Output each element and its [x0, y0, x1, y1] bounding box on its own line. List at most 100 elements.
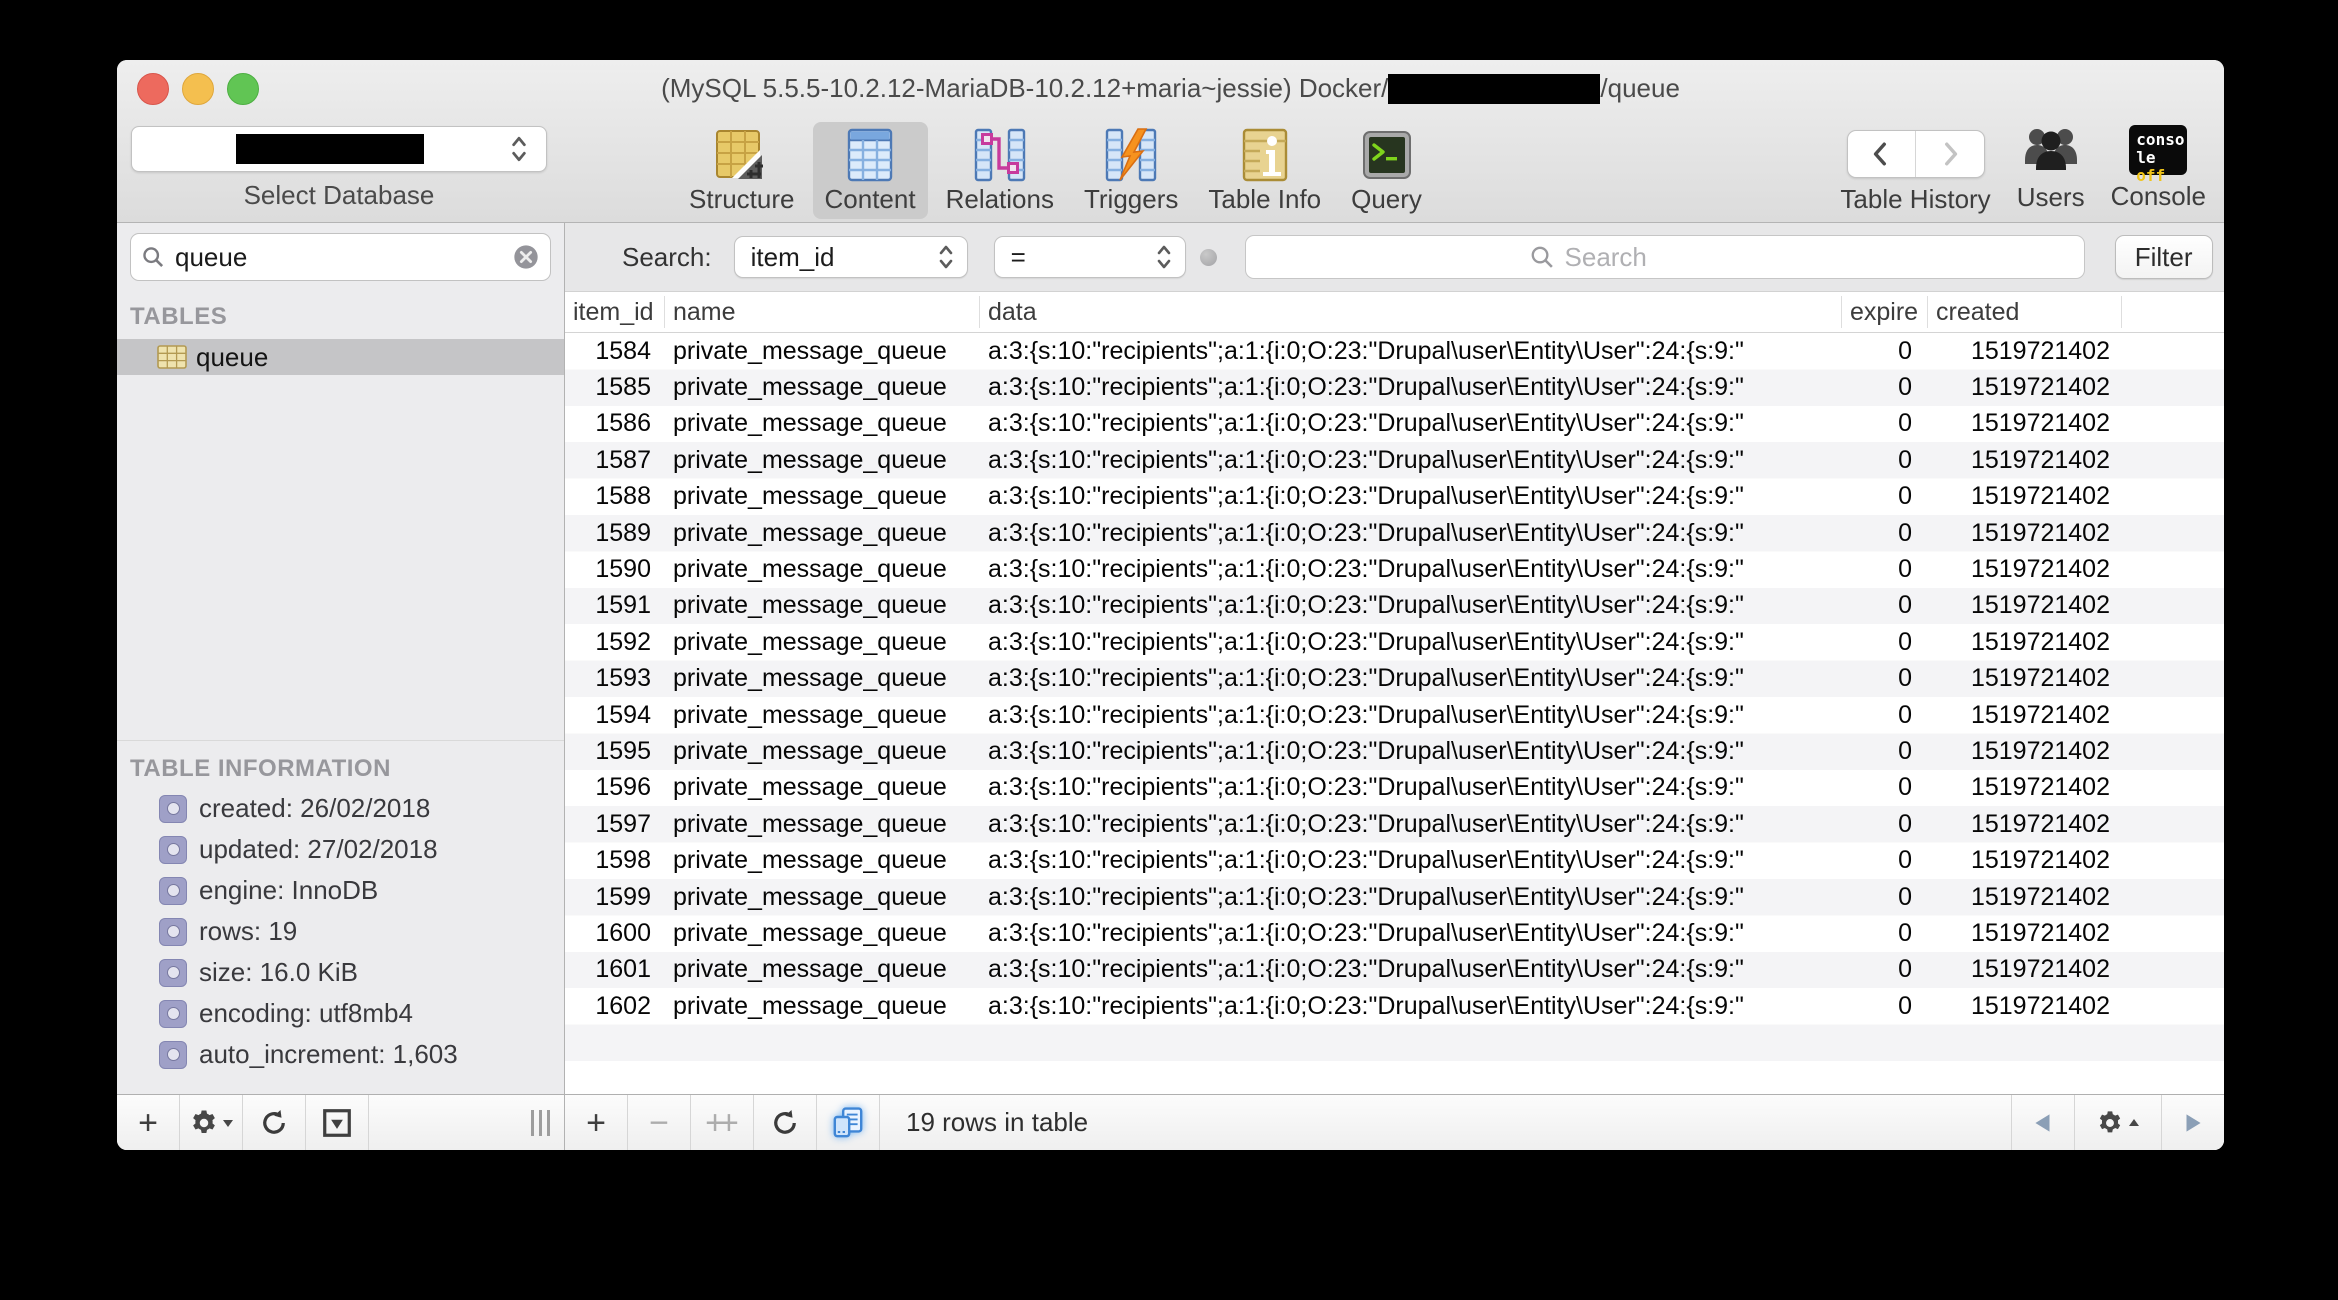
- edit-in-popup-button[interactable]: [817, 1095, 880, 1150]
- cell-expire: 0: [1842, 773, 1928, 802]
- database-dropdown[interactable]: [131, 126, 547, 172]
- table-row[interactable]: 1601 private_message_queue a:3:{s:10:"re…: [565, 952, 2224, 988]
- tab-table-info[interactable]: Table Info: [1196, 122, 1333, 219]
- plus-icon: +: [586, 1106, 606, 1140]
- table-row[interactable]: 1593 private_message_queue a:3:{s:10:"re…: [565, 661, 2224, 697]
- users-control[interactable]: Users: [2017, 122, 2085, 213]
- cell-item-id: 1599: [565, 883, 665, 912]
- column-header-data[interactable]: data: [980, 296, 1842, 328]
- table-row[interactable]: 1588 private_message_queue a:3:{s:10:"re…: [565, 479, 2224, 515]
- cell-item-id: 1601: [565, 955, 665, 984]
- table-row[interactable]: 1600 private_message_queue a:3:{s:10:"re…: [565, 915, 2224, 951]
- tab-relations[interactable]: Relations: [934, 122, 1066, 219]
- duplicate-row-button[interactable]: ++: [691, 1095, 754, 1150]
- content-search-field[interactable]: [1245, 235, 2085, 279]
- column-header-expire[interactable]: expire: [1842, 296, 1928, 328]
- add-row-button[interactable]: +: [565, 1095, 628, 1150]
- cell-expire: 0: [1842, 701, 1928, 730]
- refresh-icon: [259, 1108, 289, 1138]
- table-row[interactable]: 1584 private_message_queue a:3:{s:10:"re…: [565, 333, 2224, 369]
- table-row[interactable]: 1592 private_message_queue a:3:{s:10:"re…: [565, 624, 2224, 660]
- table-filter-input[interactable]: [173, 241, 512, 274]
- table-row[interactable]: 1589 private_message_queue a:3:{s:10:"re…: [565, 515, 2224, 551]
- cell-expire: 0: [1842, 482, 1928, 511]
- table-filter-field[interactable]: [130, 233, 551, 281]
- cell-expire: 0: [1842, 409, 1928, 438]
- clear-search-icon[interactable]: [512, 243, 540, 271]
- filter-button[interactable]: Filter: [2115, 235, 2213, 279]
- previous-page-button[interactable]: [2011, 1095, 2074, 1150]
- sidebar-item-queue[interactable]: queue: [117, 339, 564, 375]
- cell-data: a:3:{s:10:"recipients";a:1:{i:0;O:23:"Dr…: [980, 591, 1842, 620]
- table-row[interactable]: 1585 private_message_queue a:3:{s:10:"re…: [565, 369, 2224, 405]
- table-row[interactable]: 1599 private_message_queue a:3:{s:10:"re…: [565, 879, 2224, 915]
- add-table-button[interactable]: +: [117, 1095, 180, 1150]
- column-header-created[interactable]: created: [1928, 296, 2122, 328]
- cell-name: private_message_queue: [665, 446, 980, 475]
- sidebar-resize-handle[interactable]: [531, 1095, 564, 1150]
- cell-created: 1519721402: [1928, 701, 2122, 730]
- cell-created: 1519721402: [1928, 664, 2122, 693]
- column-header-filler: [2122, 296, 2224, 328]
- chevron-up-down-icon: [935, 243, 957, 271]
- table-row[interactable]: 1596 private_message_queue a:3:{s:10:"re…: [565, 770, 2224, 806]
- tab-structure[interactable]: Structure: [677, 122, 807, 219]
- cell-item-id: 1592: [565, 628, 665, 657]
- cell-created: 1519721402: [1928, 810, 2122, 839]
- table-row[interactable]: 1587 private_message_queue a:3:{s:10:"re…: [565, 442, 2224, 478]
- table-history-label: Table History: [1840, 184, 1990, 215]
- bullet-icon: [159, 918, 187, 946]
- column-header-name[interactable]: name: [665, 296, 980, 328]
- table-row[interactable]: 1602 private_message_queue a:3:{s:10:"re…: [565, 988, 2224, 1024]
- refresh-rows-button[interactable]: [754, 1095, 817, 1150]
- content-search-input[interactable]: [1563, 241, 1747, 274]
- tab-content[interactable]: Content: [813, 122, 928, 219]
- tables-list: queue: [117, 339, 564, 740]
- tab-label: Structure: [689, 184, 795, 215]
- sidebar-footer: +: [117, 1094, 564, 1150]
- toggle-console-button[interactable]: [306, 1095, 369, 1150]
- cell-expire: 0: [1842, 555, 1928, 584]
- cell-data: a:3:{s:10:"recipients";a:1:{i:0;O:23:"Dr…: [980, 555, 1842, 584]
- table-row[interactable]: 1591 private_message_queue a:3:{s:10:"re…: [565, 588, 2224, 624]
- tab-query[interactable]: Query: [1339, 122, 1434, 219]
- bullet-icon: [159, 959, 187, 987]
- cell-created: 1519721402: [1928, 373, 2122, 402]
- close-window-button[interactable]: [137, 73, 169, 105]
- column-header-item-id[interactable]: item_id: [565, 296, 665, 328]
- cell-expire: 0: [1842, 337, 1928, 366]
- refresh-tables-button[interactable]: [243, 1095, 306, 1150]
- minimize-window-button[interactable]: [182, 73, 214, 105]
- table-row[interactable]: 1590 private_message_queue a:3:{s:10:"re…: [565, 551, 2224, 587]
- toolbar-right: Table History Users: [1840, 122, 2206, 215]
- zoom-window-button[interactable]: [227, 73, 259, 105]
- history-back-button[interactable]: [1848, 131, 1917, 177]
- table-info-icon: [1237, 128, 1293, 182]
- table-actions-button[interactable]: [180, 1095, 243, 1150]
- cell-name: private_message_queue: [665, 628, 980, 657]
- filter-operator-dropdown[interactable]: =: [994, 236, 1186, 278]
- cell-name: private_message_queue: [665, 992, 980, 1021]
- table-row[interactable]: 1594 private_message_queue a:3:{s:10:"re…: [565, 697, 2224, 733]
- cell-expire: 0: [1842, 810, 1928, 839]
- remove-row-button[interactable]: −: [628, 1095, 691, 1150]
- table-row[interactable]: 1586 private_message_queue a:3:{s:10:"re…: [565, 406, 2224, 442]
- next-page-button[interactable]: [2161, 1095, 2224, 1150]
- cell-created: 1519721402: [1928, 409, 2122, 438]
- history-forward-button[interactable]: [1916, 131, 1984, 177]
- filter-field-dropdown[interactable]: item_id: [734, 236, 968, 278]
- cell-data: a:3:{s:10:"recipients";a:1:{i:0;O:23:"Dr…: [980, 810, 1842, 839]
- tab-triggers[interactable]: Triggers: [1072, 122, 1190, 219]
- cell-data: a:3:{s:10:"recipients";a:1:{i:0;O:23:"Dr…: [980, 846, 1842, 875]
- cell-expire: 0: [1842, 955, 1928, 984]
- table-row[interactable]: 1597 private_message_queue a:3:{s:10:"re…: [565, 806, 2224, 842]
- tab-label: Triggers: [1084, 184, 1178, 215]
- console-control[interactable]: console off Console: [2111, 122, 2206, 212]
- cell-created: 1519721402: [1928, 519, 2122, 548]
- table-row[interactable]: 1595 private_message_queue a:3:{s:10:"re…: [565, 733, 2224, 769]
- cell-created: 1519721402: [1928, 628, 2122, 657]
- cell-item-id: 1593: [565, 664, 665, 693]
- page-settings-button[interactable]: [2074, 1095, 2161, 1150]
- table-row[interactable]: 1598 private_message_queue a:3:{s:10:"re…: [565, 842, 2224, 878]
- triggers-icon: [1103, 128, 1159, 182]
